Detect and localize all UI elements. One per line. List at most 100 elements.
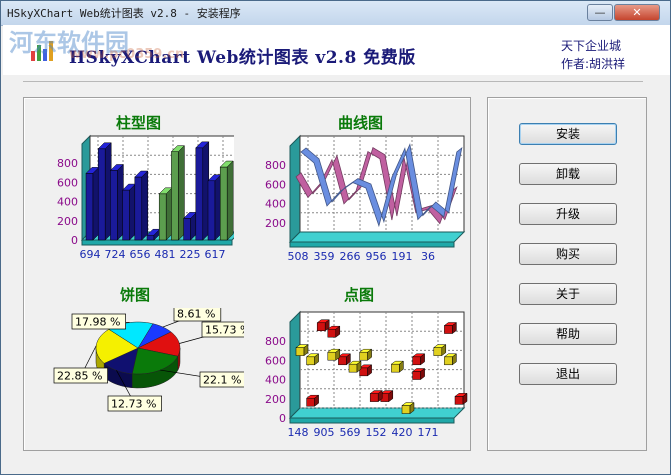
- y-tick-label: 600: [265, 354, 286, 367]
- help-button[interactable]: 帮助: [519, 323, 617, 345]
- buy-button[interactable]: 购买: [519, 243, 617, 265]
- x-tick-label: 148: [288, 426, 309, 439]
- x-tick-label: 905: [314, 426, 335, 439]
- x-tick-label: 359: [314, 250, 335, 263]
- pie-label: 22.85 %: [57, 370, 102, 383]
- point-marker: [306, 397, 315, 407]
- x-tick-label: 191: [392, 250, 413, 263]
- y-tick-label: 200: [57, 215, 78, 228]
- y-tick-label: 400: [57, 196, 78, 209]
- uninstall-button[interactable]: 卸载: [519, 163, 617, 185]
- point-chart: 0 200 400 600 800 148 905 569 152 420 171: [265, 310, 468, 439]
- x-tick-label: 617: [205, 248, 226, 261]
- y-tick-label: 600: [57, 176, 78, 189]
- line-chart: 200 400 600 800 508 359 266 956 191 36: [265, 134, 466, 263]
- pie-label: 8.61 %: [177, 308, 215, 321]
- x-tick-label: 171: [418, 426, 439, 439]
- point-chart-title: 点图: [344, 286, 375, 304]
- x-tick-label: 569: [340, 426, 361, 439]
- pie-chart: 8.61 % 15.73 % 22.1 % 12.73 % 22.85 % 17.98 %: [53, 308, 244, 412]
- bar: [171, 151, 179, 241]
- point-marker: [401, 405, 411, 414]
- point-marker: [327, 328, 337, 338]
- x-tick-label: 420: [392, 426, 413, 439]
- axis-floor: [288, 407, 466, 419]
- x-tick-label: 36: [421, 250, 435, 263]
- pie-label: 12.73 %: [111, 398, 156, 411]
- install-button[interactable]: 安装: [519, 123, 617, 145]
- point-marker: [454, 396, 464, 405]
- bar: [85, 173, 94, 241]
- y-tick-label: 800: [265, 335, 286, 348]
- y-tick-label: 0: [71, 234, 78, 247]
- axis-floor: [288, 231, 466, 243]
- x-tick-label: 266: [340, 250, 361, 263]
- close-button[interactable]: ✕: [614, 4, 660, 21]
- pie-chart-title: 饼图: [120, 286, 151, 304]
- company-name: 天下企业城: [561, 39, 622, 53]
- point-marker: [391, 363, 400, 373]
- axis-floor-edge: [289, 417, 455, 424]
- header-divider: [23, 81, 643, 82]
- point-marker: [369, 393, 379, 402]
- bar-side: [141, 170, 149, 241]
- point-marker: [433, 347, 443, 356]
- x-tick-label: 694: [80, 248, 101, 261]
- pie-label: 22.1 %: [203, 374, 241, 387]
- point-marker: [316, 322, 326, 332]
- axis-floor-edge: [289, 241, 455, 248]
- y-tick-label: 400: [265, 374, 286, 387]
- y-tick-label: 800: [57, 157, 78, 170]
- bar: [158, 193, 167, 241]
- bar: [97, 148, 106, 241]
- exit-button[interactable]: 退出: [519, 363, 617, 385]
- bar: [146, 234, 155, 241]
- charts-panel: 柱型图 曲线图 饼图 点图 0 200 400 600 800 694 724 656 481 2…: [23, 97, 471, 451]
- y-tick-label: 200: [265, 393, 286, 406]
- point-marker: [444, 325, 453, 334]
- point-marker: [348, 363, 358, 373]
- axis-floor-edge: [81, 239, 233, 246]
- x-tick-label: 152: [366, 426, 387, 439]
- point-marker: [327, 351, 337, 361]
- installer-window: HSkyXChart Web统计图表 v2.8 - 安装程序 — ✕ 河东软件园…: [0, 0, 671, 475]
- y-tick-label: 600: [265, 178, 286, 191]
- x-tick-label: 481: [155, 248, 176, 261]
- x-tick-label: 225: [180, 248, 201, 261]
- bar: [219, 166, 228, 241]
- bar: [207, 180, 216, 241]
- author-name: 作者:胡洪祥: [561, 57, 626, 71]
- bar: [195, 147, 204, 241]
- actions-panel: [487, 97, 647, 451]
- bar: [183, 218, 191, 241]
- bar-chart: 0 200 400 600 800 694 724 656 481 225 617: [57, 134, 234, 261]
- point-marker: [412, 356, 421, 366]
- point-marker: [295, 347, 305, 356]
- point-marker: [444, 356, 453, 366]
- bar: [110, 170, 118, 241]
- bar: [122, 189, 130, 241]
- x-tick-label: 724: [105, 248, 126, 261]
- axis-wall-left: [289, 134, 301, 244]
- point-marker: [338, 356, 347, 366]
- x-tick-label: 956: [366, 250, 387, 263]
- bar-side: [226, 160, 234, 241]
- window-title: HSkyXChart Web统计图表 v2.8 - 安装程序: [7, 7, 241, 20]
- watermark-url: www.pc0359.cn: [69, 47, 185, 62]
- about-button[interactable]: 关于: [519, 283, 617, 305]
- upgrade-button[interactable]: 升级: [519, 203, 617, 225]
- pie-label: 15.73 %: [205, 324, 244, 337]
- minimize-button[interactable]: —: [587, 4, 613, 21]
- bar: [134, 176, 143, 241]
- point-marker: [359, 351, 368, 361]
- x-tick-label: 508: [288, 250, 309, 263]
- y-tick-label: 0: [279, 412, 286, 425]
- axis-wall-left: [289, 310, 301, 420]
- x-tick-label: 656: [130, 248, 151, 261]
- y-tick-label: 200: [265, 217, 286, 230]
- point-marker: [306, 356, 315, 366]
- y-tick-label: 800: [265, 159, 286, 172]
- pie-label: 17.98 %: [75, 316, 120, 329]
- point-marker: [412, 371, 421, 380]
- y-tick-label: 400: [265, 198, 286, 211]
